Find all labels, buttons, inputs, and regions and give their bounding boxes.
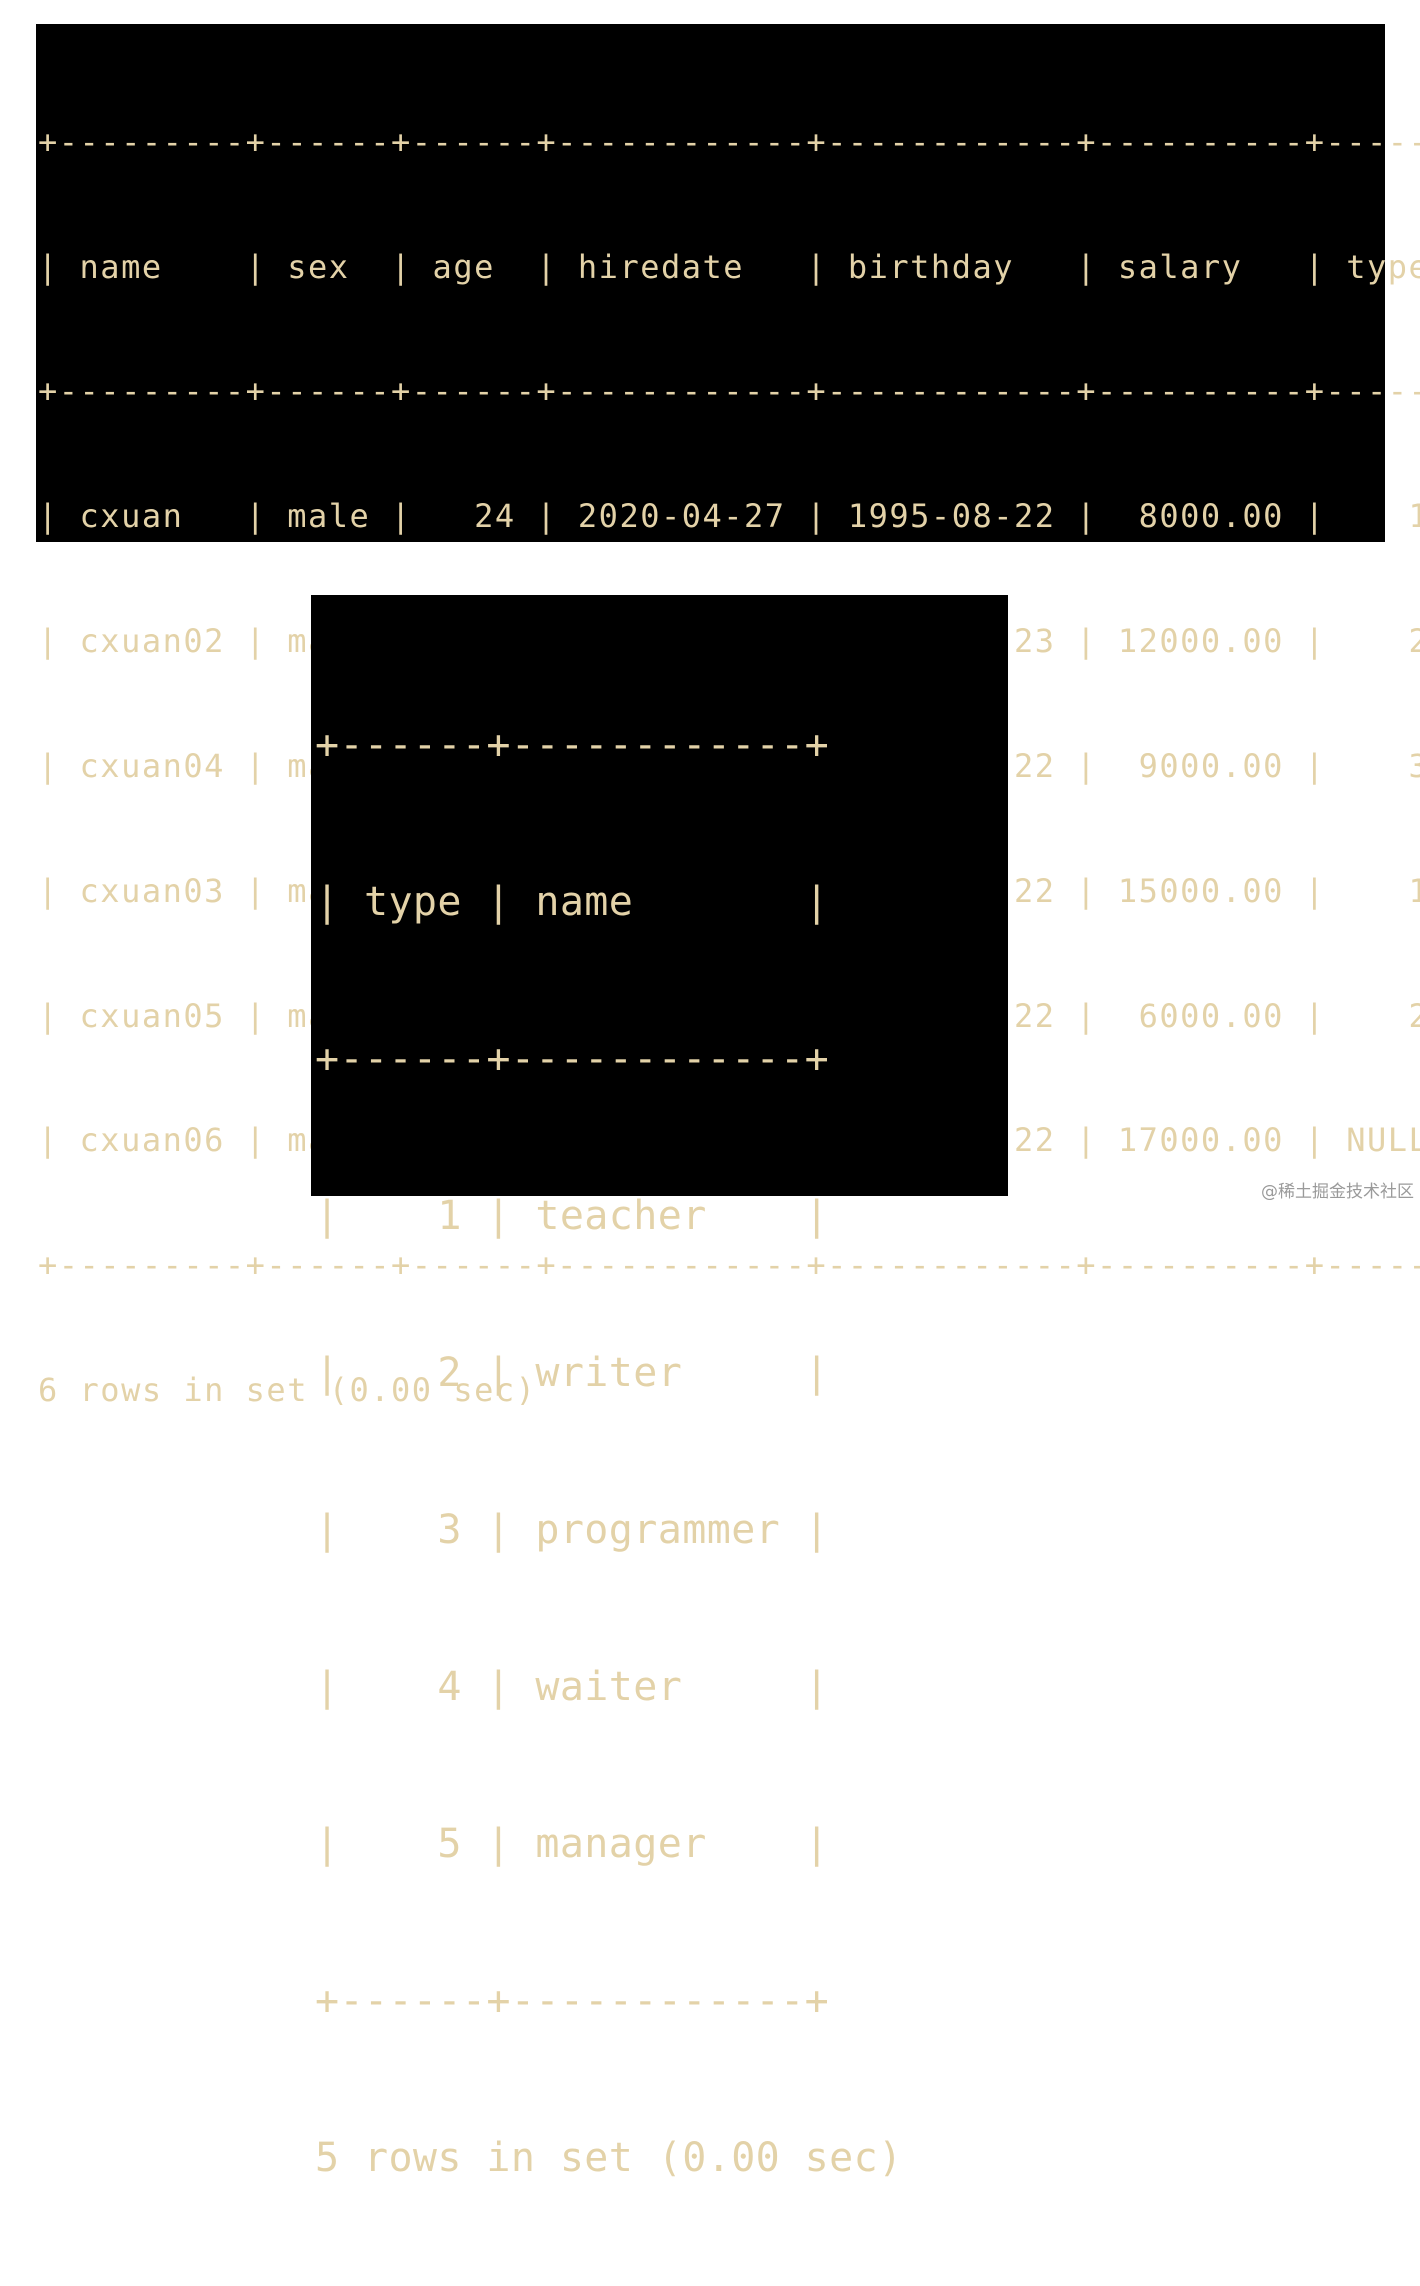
row-count-summary: 5 rows in set (0.00 sec) — [315, 2135, 903, 2181]
table-border-line: +---------+------+------+------------+--… — [38, 372, 1420, 411]
type-query-output: +------+------------+ | type | name | +-… — [311, 595, 1008, 2286]
table-header-row: | type | name | — [315, 879, 830, 925]
table-row: | 4 | waiter | — [315, 1664, 830, 1710]
table-row: | 1 | teacher | — [315, 1193, 830, 1239]
watermark: @稀土掘金技术社区 — [1261, 1182, 1414, 1202]
type-query-terminal: +------+------------+ | type | name | +-… — [311, 595, 1008, 2181]
table-border-line: +---------+------+------+------------+--… — [38, 122, 1420, 161]
table-row: | 3 | programmer | — [315, 1507, 830, 1553]
table-header-row: | name | sex | age | hiredate | birthday… — [38, 247, 1420, 286]
table-row: | cxuan | male | 24 | 2020-04-27 | 1995-… — [38, 497, 1420, 536]
table-border-line: +------+------------+ — [315, 1978, 830, 2024]
table-border-line: +------+------------+ — [315, 722, 830, 768]
table-row: | 2 | writer | — [315, 1350, 830, 1396]
table-row: | 5 | manager | — [315, 1821, 830, 1867]
table-border-line: +------+------------+ — [315, 1036, 830, 1082]
employee-query-terminal: +---------+------+------+------------+--… — [36, 24, 1420, 1409]
